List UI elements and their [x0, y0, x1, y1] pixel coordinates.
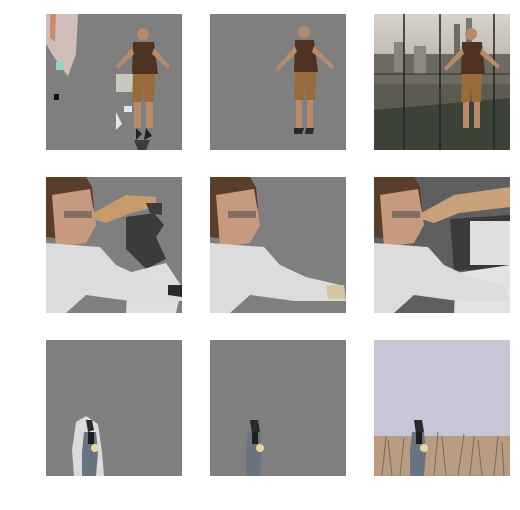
row1-original-photo [374, 14, 510, 150]
row2-refined-mask-image [210, 177, 346, 313]
row3-refined-mask-svg [210, 340, 346, 476]
row3-coarse-mask-image [46, 340, 182, 476]
row3-original-photo-svg [374, 340, 510, 476]
row2-original-photo-svg [374, 177, 510, 313]
row1-coarse-mask-svg [46, 14, 182, 150]
row1-refined-mask-image [210, 14, 346, 150]
row2-coarse-mask-svg [46, 177, 182, 313]
row1-coarse-mask-image [46, 14, 182, 150]
row2-refined-mask-svg [210, 177, 346, 313]
row3-coarse-mask-svg [46, 340, 182, 476]
row3-refined-mask-image [210, 340, 346, 476]
row2-coarse-mask-image [46, 177, 182, 313]
row2-original-photo [374, 177, 510, 313]
row1-refined-mask-svg [210, 14, 346, 150]
row1-original-photo-svg [374, 14, 510, 150]
row3-original-photo [374, 340, 510, 476]
